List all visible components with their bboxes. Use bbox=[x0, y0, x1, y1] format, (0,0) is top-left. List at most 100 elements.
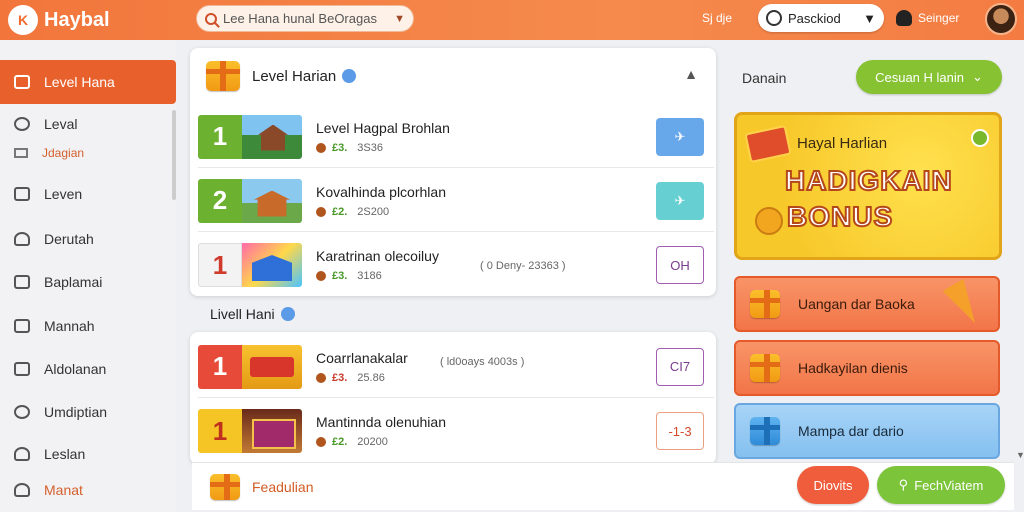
sidebar-item-level-hana[interactable]: Level Hana bbox=[0, 60, 176, 104]
sidebar-item-label: Baplamai bbox=[44, 274, 103, 290]
sign-link[interactable]: Sj dje bbox=[702, 11, 732, 25]
gift-icon bbox=[210, 473, 240, 500]
check-icon bbox=[971, 129, 989, 147]
claim-button[interactable]: -1-3 bbox=[656, 412, 704, 450]
gift-icon bbox=[750, 290, 780, 318]
promo-title-line1: HADIGKAIN bbox=[784, 164, 953, 197]
bonus-banner[interactable]: Hayal Harlian HADIGKAIN BONUS bbox=[734, 112, 1002, 260]
list-icon bbox=[14, 187, 30, 201]
list-item[interactable]: 2 Kovalhinda plcorhlan £2. 2S200 ✈ bbox=[198, 170, 714, 232]
shop-thumbnail bbox=[242, 243, 302, 287]
chevron-up-icon[interactable]: ▲ bbox=[684, 66, 698, 82]
user-icon bbox=[896, 10, 912, 26]
user-menu[interactable]: Seinger bbox=[896, 10, 959, 26]
sidebar-item-manat[interactable]: Manat bbox=[0, 468, 176, 512]
verified-icon bbox=[280, 307, 295, 321]
row-amount: 3186 bbox=[357, 270, 382, 282]
scroll-down-icon[interactable]: ▼ bbox=[1016, 450, 1024, 460]
list-icon bbox=[14, 148, 28, 158]
daily-card-header[interactable]: Level Harian ▲ bbox=[190, 48, 716, 104]
rank-badge: 2 bbox=[198, 178, 242, 223]
footer-label[interactable]: Feadulian bbox=[252, 479, 314, 495]
sidebar-item-leval[interactable]: Leval bbox=[0, 104, 176, 144]
chevron-down-icon[interactable]: ▼ bbox=[394, 13, 405, 25]
list-item[interactable]: 1 Level Hagpal Brohlan £3. 3S36 ✈ bbox=[198, 106, 714, 168]
key-icon: ⚲ bbox=[898, 477, 909, 492]
search-value: Lee Hana hunal BeOragas bbox=[223, 11, 377, 26]
globe-icon bbox=[766, 10, 782, 26]
row-amount: 25.86 bbox=[357, 371, 385, 384]
gift-icon bbox=[750, 354, 780, 382]
right-panel-title: Danain bbox=[742, 70, 787, 86]
sidebar-item-aldolanan[interactable]: Aldolanan bbox=[0, 347, 176, 391]
app-logo[interactable]: K Haybal bbox=[8, 5, 188, 35]
sidebar-item-umdiptian[interactable]: Umdiptian bbox=[0, 390, 176, 434]
sidebar-subitem-jdagian[interactable]: Jdagian bbox=[14, 146, 84, 160]
logo-icon: K bbox=[8, 5, 38, 35]
list-item[interactable]: 1 Mantinnda olenuhian £2. 20200 -1-3 bbox=[198, 400, 714, 462]
temple-thumbnail bbox=[242, 114, 302, 159]
language-label: Pasckiod bbox=[788, 10, 841, 26]
search-input[interactable]: Lee Hana hunal BeOragas ▼ bbox=[196, 5, 414, 32]
gift-icon bbox=[750, 417, 780, 445]
chevron-down-icon: ▼ bbox=[863, 10, 876, 26]
app-name: Haybal bbox=[44, 8, 110, 31]
user-icon bbox=[14, 232, 30, 246]
row-name: Karatrinan olecoiluy bbox=[316, 248, 439, 264]
green-action-button[interactable]: ⚲ FechViatem bbox=[877, 466, 1005, 504]
row-points: £3. bbox=[332, 270, 348, 282]
row-note: ( 0 Deny- 23363 ) bbox=[480, 260, 566, 272]
level-card: 1 Coarrlanakalar £3. 25.86 ( ld0oays 4003… bbox=[190, 332, 716, 464]
sidebar-item-mannah[interactable]: Mannah bbox=[0, 304, 176, 348]
reward-button-2[interactable]: Hadkayilan dienis bbox=[734, 340, 1000, 396]
filter-label: Cesuan H lanin bbox=[875, 69, 964, 85]
sidebar-item-derutah[interactable]: Derutah bbox=[0, 217, 176, 261]
daily-title: Level Harian bbox=[252, 67, 337, 85]
plane-button[interactable]: ✈ bbox=[656, 181, 704, 220]
coin-icon bbox=[316, 142, 326, 153]
row-name: Mantinnda olenuhian bbox=[316, 414, 446, 430]
list-item[interactable]: 1 Karatrinan olecoiluy £3. 3186 ( 0 Deny-… bbox=[198, 234, 714, 296]
reward-button-1[interactable]: Uangan dar Baoka bbox=[734, 276, 1000, 332]
row-amount: 20200 bbox=[357, 436, 388, 448]
row-note: ( ld0oays 4003s ) bbox=[440, 356, 525, 368]
sidebar-item-label: Leven bbox=[44, 186, 83, 202]
reward-label: Hadkayilan dienis bbox=[798, 360, 908, 376]
search-icon bbox=[205, 12, 217, 25]
coin-icon bbox=[316, 372, 326, 383]
oh-button[interactable]: OH bbox=[656, 246, 704, 284]
coin-icon bbox=[316, 437, 326, 447]
gift-icon bbox=[14, 75, 30, 89]
rank-badge: 1 bbox=[198, 344, 242, 389]
ci7-button[interactable]: CI7 bbox=[656, 347, 704, 386]
calendar-icon bbox=[14, 319, 30, 333]
language-select[interactable]: Pasckiod ▼ bbox=[758, 4, 884, 32]
coin-icon bbox=[316, 271, 326, 281]
right-scrollbar[interactable]: ▼ bbox=[1016, 48, 1024, 460]
main-panel: Level Harian ▲ 1 Level Hagpal Brohlan £3… bbox=[190, 48, 716, 508]
row-points: £2. bbox=[332, 205, 348, 218]
sidebar-item-leven[interactable]: Leven bbox=[0, 172, 176, 216]
row-name: Kovalhinda plcorhlan bbox=[316, 183, 446, 200]
avatar[interactable] bbox=[985, 3, 1017, 35]
filter-dropdown[interactable]: Cesuan H lanin ⌄ bbox=[856, 60, 1002, 94]
reward-button-3[interactable]: Mampa dar dario bbox=[734, 403, 1000, 459]
sidebar-item-baplamai[interactable]: Baplamai bbox=[0, 260, 176, 304]
sidebar-scrollbar[interactable] bbox=[172, 110, 176, 200]
trumpet-icon bbox=[942, 278, 986, 330]
orange-action-button[interactable]: Diovits bbox=[797, 466, 869, 504]
rank-badge: 1 bbox=[198, 114, 242, 159]
row-name: Coarrlanakalar bbox=[316, 349, 408, 366]
list-item[interactable]: 1 Coarrlanakalar £3. 25.86 ( ld0oays 4003… bbox=[198, 336, 714, 398]
sidebar-subitem-label: Jdagian bbox=[42, 146, 85, 160]
time-icon bbox=[14, 117, 30, 131]
user-icon bbox=[14, 483, 30, 497]
reward-label: Uangan dar Baoka bbox=[798, 296, 915, 312]
edit-icon bbox=[14, 362, 30, 376]
sidebar-item-label: Manat bbox=[44, 482, 83, 498]
coin-icon bbox=[316, 206, 326, 217]
level-section-label: Livell Hani bbox=[210, 306, 295, 322]
plane-button[interactable]: ✈ bbox=[656, 117, 704, 156]
verified-icon bbox=[342, 69, 357, 83]
sidebar-item-label: Level Hana bbox=[44, 74, 115, 90]
